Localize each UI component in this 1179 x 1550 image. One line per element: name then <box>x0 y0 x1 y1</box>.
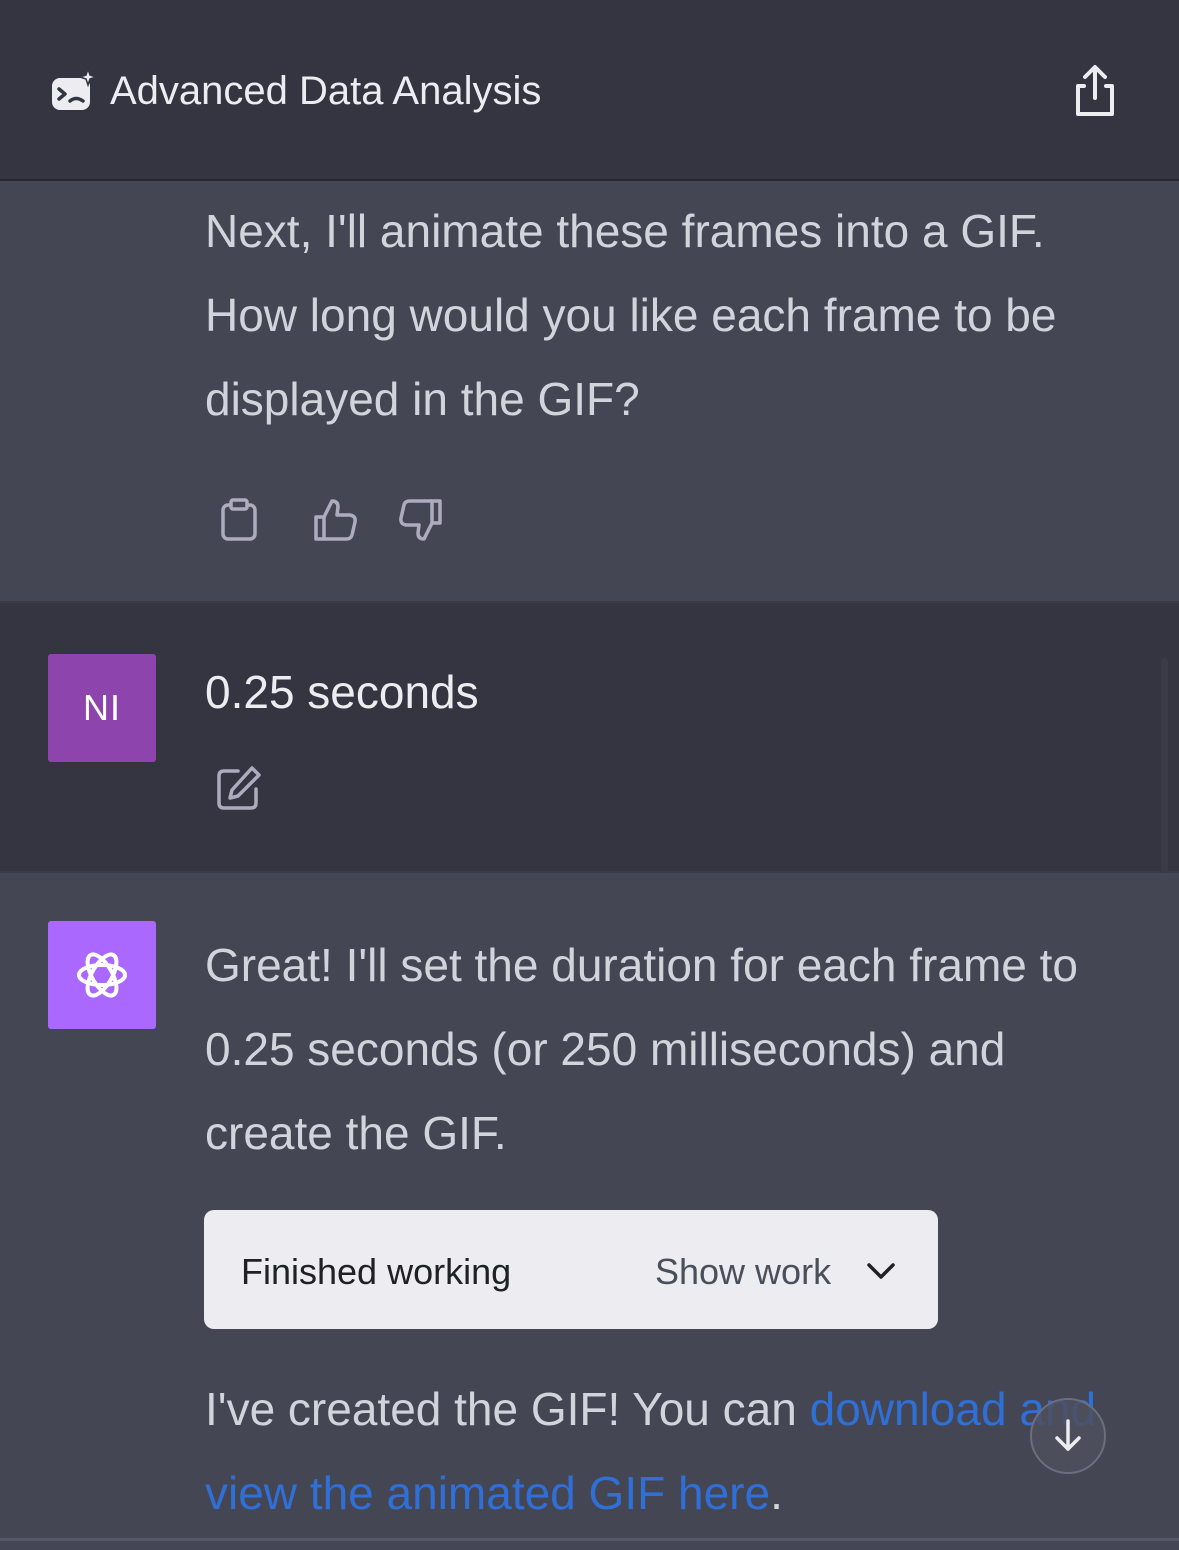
divider <box>0 1538 1179 1541</box>
show-work-button[interactable]: Show work <box>655 1250 831 1294</box>
app-header: Advanced Data Analysis <box>0 0 1179 181</box>
followup-text: I've created the GIF! You can download a… <box>205 1367 1125 1535</box>
thumbs-down-icon[interactable] <box>396 495 446 545</box>
page-title: Advanced Data Analysis <box>110 69 542 113</box>
message-text: Great! I'll set the duration for each fr… <box>205 939 1078 1159</box>
chevron-down-icon[interactable] <box>864 1254 898 1288</box>
chat-page: Advanced Data Analysis Next, I'll animat… <box>0 0 1179 1550</box>
work-status-panel[interactable]: Finished working Show work <box>204 1210 938 1329</box>
arrow-down-icon <box>1055 1419 1081 1451</box>
assistant-avatar <box>48 921 156 1029</box>
edit-icon[interactable] <box>214 763 264 813</box>
scroll-to-bottom-button[interactable] <box>1030 1398 1106 1474</box>
openai-logo-icon <box>77 952 127 998</box>
thumbs-up-icon[interactable] <box>310 495 360 545</box>
user-message: NI 0.25 seconds <box>0 603 1179 873</box>
followup-suffix: . <box>770 1467 783 1519</box>
work-status-label: Finished working <box>241 1251 512 1292</box>
share-icon[interactable] <box>1070 64 1120 120</box>
copy-icon[interactable] <box>215 495 265 545</box>
assistant-message: Next, I'll animate these frames into a G… <box>0 181 1179 603</box>
user-avatar: NI <box>48 654 156 762</box>
followup-prefix: I've created the GIF! You can <box>205 1383 810 1435</box>
message-text: 0.25 seconds <box>205 666 479 718</box>
assistant-message: Great! I'll set the duration for each fr… <box>0 873 1179 1550</box>
message-text: Next, I'll animate these frames into a G… <box>205 205 1057 425</box>
data-analysis-icon <box>52 68 96 110</box>
